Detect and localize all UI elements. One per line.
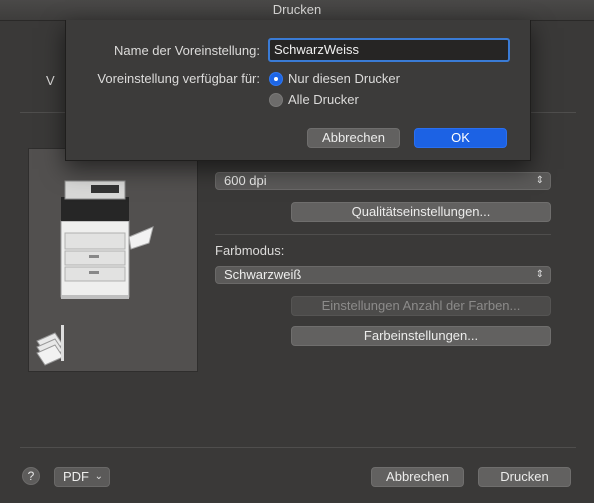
printer-preview [28, 148, 198, 372]
print-button[interactable]: Drucken [478, 467, 571, 487]
window-title: Drucken [272, 2, 322, 17]
pdf-menu-button[interactable]: PDF ⌄ [54, 467, 110, 487]
radio-all-printers[interactable] [269, 93, 283, 107]
quality-divider [215, 234, 551, 235]
cancel-print-button[interactable]: Abbrechen [371, 467, 464, 487]
color-settings-button[interactable]: Farbeinstellungen... [291, 326, 551, 346]
behind-label-fragment: V [46, 73, 55, 88]
quality-settings-button[interactable]: Qualitätseinstellungen... [291, 202, 551, 222]
color-mode-label: Farbmodus: [215, 243, 285, 258]
printer-illustration [36, 180, 154, 366]
resolution-popup[interactable]: 600 dpi ⇕ [215, 172, 551, 190]
preset-cancel-button[interactable]: Abbrechen [307, 128, 400, 148]
preset-ok-button[interactable]: OK [414, 128, 507, 148]
color-count-settings-button[interactable]: Einstellungen Anzahl der Farben... [291, 296, 551, 316]
window-titlebar: Drucken [0, 0, 594, 21]
radio-this-printer[interactable] [269, 72, 283, 86]
preset-name-label: Name der Voreinstellung: [114, 43, 260, 58]
radio-all-printers-label[interactable]: Alle Drucker [288, 92, 359, 107]
pdf-label: PDF [63, 469, 89, 484]
color-mode-popup[interactable]: Schwarzweiß ⇕ [215, 266, 551, 284]
color-mode-value: Schwarzweiß [224, 267, 302, 282]
radio-this-printer-label[interactable]: Nur diesen Drucker [288, 71, 400, 86]
help-button[interactable]: ? [22, 467, 40, 485]
save-preset-sheet: Name der Voreinstellung: SchwarzWeiss Vo… [65, 20, 531, 161]
availability-label: Voreinstellung verfügbar für: [97, 71, 260, 86]
chevron-updown-icon: ⇕ [535, 269, 544, 280]
resolution-value: 600 dpi [224, 173, 267, 188]
chevron-down-icon: ⌄ [94, 471, 103, 482]
preset-name-input[interactable]: SchwarzWeiss [268, 38, 510, 62]
chevron-updown-icon: ⇕ [535, 175, 544, 186]
bottom-divider [20, 447, 576, 448]
